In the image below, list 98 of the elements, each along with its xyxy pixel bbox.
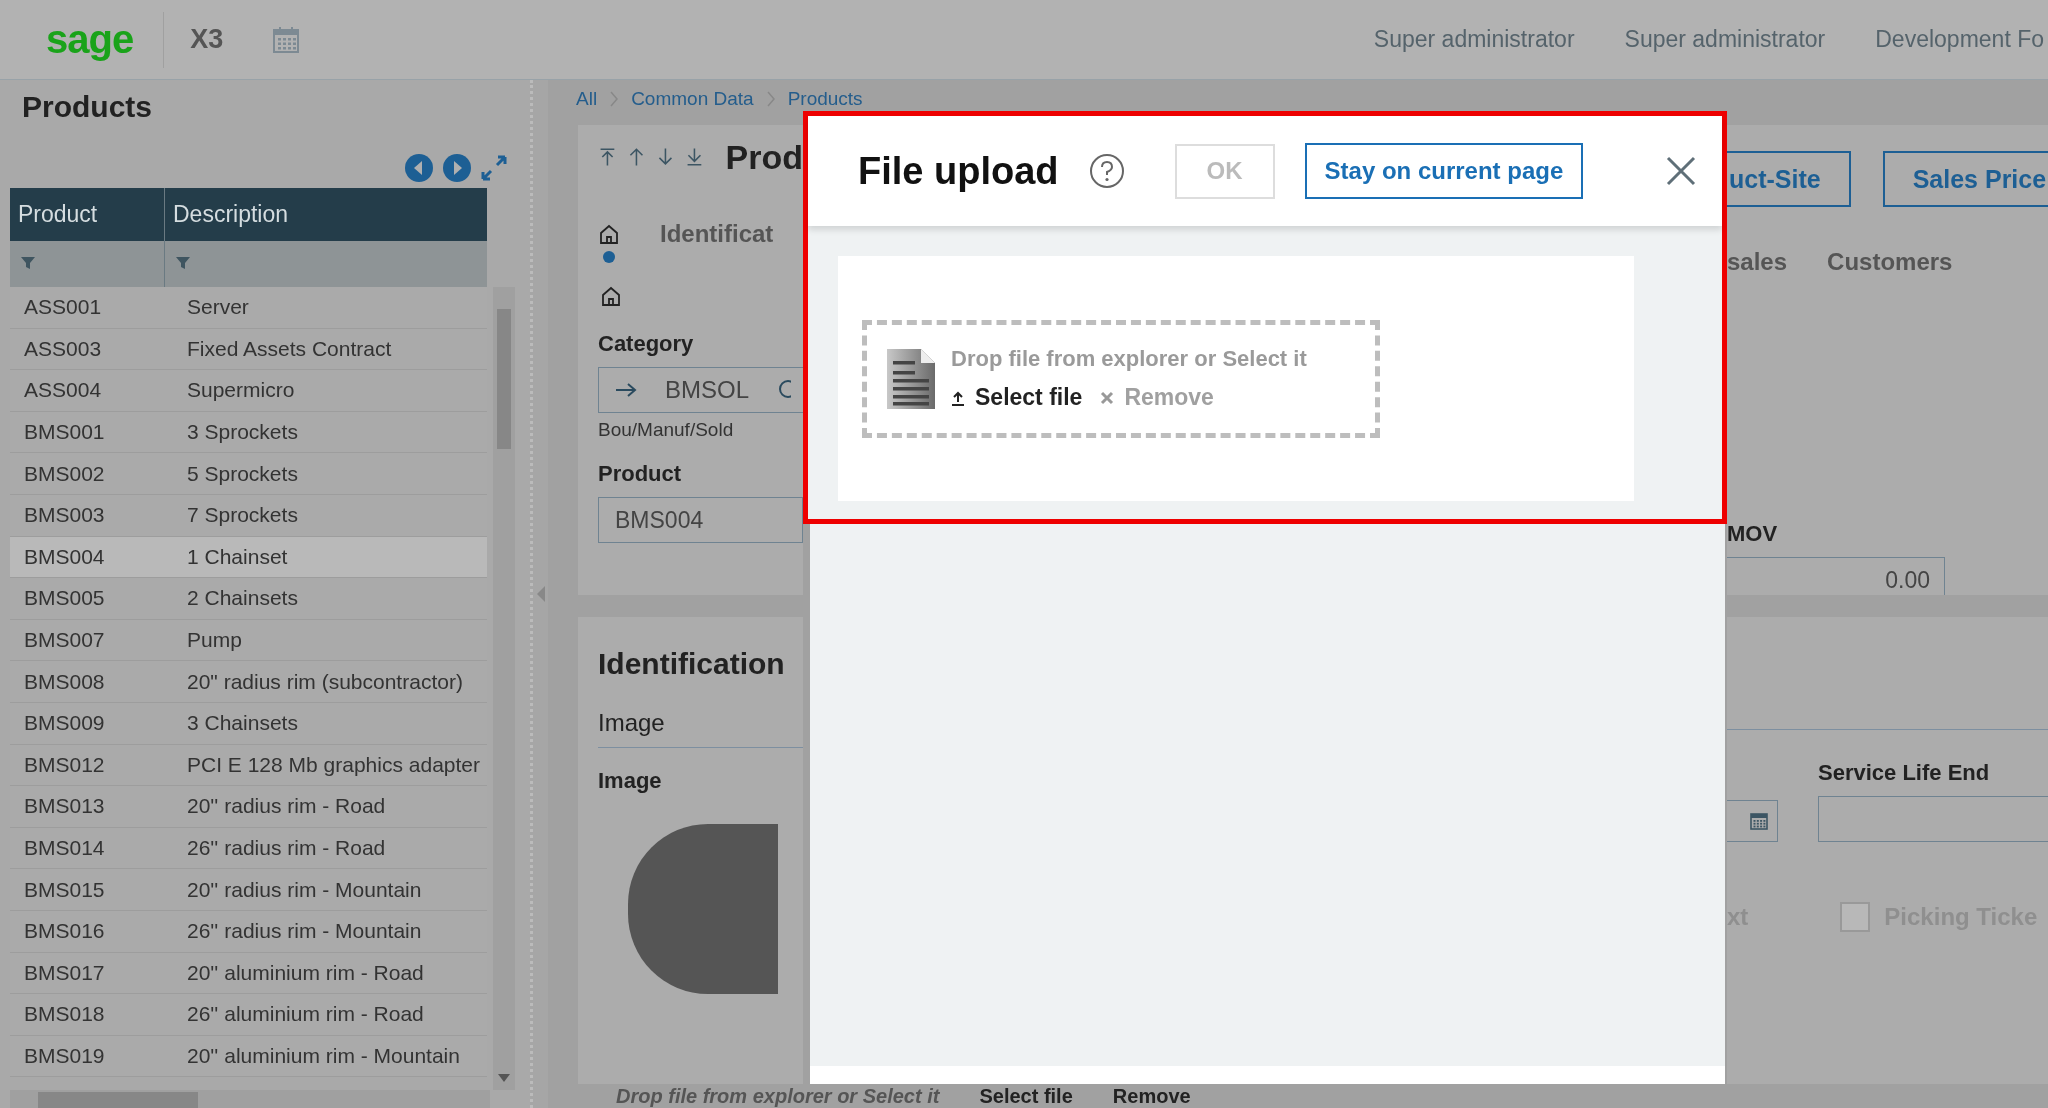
table-cell-text: 3 Chainsets (186, 711, 298, 736)
select-file-button[interactable]: Select file (979, 1084, 1073, 1108)
app-name: X3 (190, 24, 224, 55)
table-cell-text: BMS009 (23, 711, 106, 736)
breadcrumb-link[interactable]: Common Data (631, 88, 754, 110)
service-life-end-field[interactable] (1818, 796, 2048, 842)
table-cell-text: 20'' radius rim - Road (186, 794, 386, 819)
scrollbar-thumb[interactable] (38, 1092, 198, 1108)
field-label: Service Life End (1818, 760, 1991, 786)
table-cell-text: BMS007 (23, 628, 106, 653)
remove-button[interactable]: Remove (1112, 1084, 1191, 1108)
document-icon (885, 346, 937, 411)
scroll-down-icon[interactable] (498, 1074, 510, 1082)
table-cell-text: BMS018 (23, 1002, 106, 1027)
x-icon (1100, 390, 1115, 405)
select-file-button[interactable]: Select file (951, 384, 1083, 411)
scrollbar[interactable] (493, 287, 515, 1090)
table-cell-text: BMS019 (23, 1044, 106, 1068)
chevron-icon (765, 91, 776, 107)
user-menu-item[interactable]: Super administrator (1624, 26, 1826, 53)
field-label: Category (598, 331, 695, 357)
table-cell-text: BMS001 (23, 420, 106, 445)
field-label: Image (598, 768, 663, 794)
product-field[interactable]: BMS004 (598, 497, 803, 543)
table-cell-text: BMS013 (23, 794, 106, 819)
table-cell-text: 7 Sprockets (186, 503, 298, 528)
action-button[interactable]: Sales Price (1882, 151, 2048, 207)
home-icon[interactable] (600, 285, 622, 307)
breadcrumb-link[interactable]: All (576, 88, 598, 110)
scrollbar-thumb[interactable] (497, 309, 511, 449)
filter-icon[interactable] (175, 255, 191, 271)
table-cell-text: ASS001 (23, 295, 103, 320)
panel-title: Products (21, 89, 154, 125)
calendar-icon[interactable] (271, 24, 302, 55)
table-cell-text: BMS017 (23, 960, 106, 985)
filter-icon[interactable] (20, 255, 36, 271)
next-icon[interactable] (442, 153, 472, 183)
table-cell-text: BMS008 (23, 669, 106, 694)
table-cell-text: 26'' radius rim - Mountain (186, 919, 422, 944)
table-cell-text: Server (186, 295, 249, 320)
chevron-icon (609, 91, 620, 107)
field-label: Product (598, 461, 683, 487)
table-cell-text: Supermicro (186, 378, 295, 403)
section-subtitle: Image (598, 709, 803, 748)
expand-icon[interactable] (480, 154, 508, 182)
close-icon[interactable] (1665, 155, 1697, 187)
calendar-icon[interactable] (1749, 811, 1769, 831)
scrollbar[interactable] (10, 1090, 490, 1108)
table-cell-text: BMS016 (23, 919, 106, 944)
table-cell-text: 2 Chainsets (186, 586, 298, 611)
table-cell-text: ASS003 (23, 336, 103, 361)
date-field[interactable] (1727, 800, 1778, 842)
column-header[interactable]: Description (165, 188, 289, 241)
table-cell-text: 26'' aluminium rim - Road (186, 1002, 424, 1027)
user-menu-item[interactable]: Development Fo (1875, 26, 2044, 53)
dialog-title: File upload (858, 149, 1059, 193)
action-button[interactable]: uct-Site (1727, 151, 1851, 207)
drop-hint: Drop file from explorer or Select it (951, 346, 1307, 372)
mov-field[interactable]: 0.00 (1727, 557, 1945, 595)
table-cell-text: BMS004 (23, 544, 106, 569)
table-cell-text: PCI E 128 Mb graphics adapter (186, 752, 480, 777)
table-cell-text: BMS012 (23, 752, 106, 777)
record-title: Prod (725, 137, 803, 177)
table-cell-text: 1 Chainset (186, 544, 288, 569)
table-cell-text: BMS003 (23, 503, 106, 528)
tab[interactable]: sales (1727, 248, 1788, 291)
user-menu-item[interactable]: Super administrator (1373, 26, 1575, 53)
table-cell-text: ASS004 (23, 378, 103, 403)
tab[interactable]: Customers (1827, 248, 1953, 291)
table-cell-text: 5 Sprockets (186, 461, 298, 486)
tab[interactable]: Identificat (660, 220, 774, 263)
category-field[interactable]: BMSOL (598, 367, 803, 413)
field-label: MOV (1727, 521, 1779, 547)
table-cell-text: BMS002 (23, 461, 106, 486)
drop-hint: Drop file from explorer or Select it (616, 1084, 940, 1108)
previous-icon[interactable] (404, 153, 434, 183)
table-cell-text: Fixed Assets Contract (186, 336, 392, 361)
table-cell-text: 20'' radius rim - Mountain (186, 877, 422, 902)
arrow-right-icon[interactable] (615, 382, 637, 398)
home-tab[interactable] (598, 223, 620, 263)
upload-icon (951, 389, 965, 406)
help-icon[interactable] (1088, 153, 1125, 189)
field-caption: Bou/Manuf/Sold (598, 419, 735, 441)
table-cell-text: 20'' aluminium rim - Mountain (186, 1044, 460, 1068)
arrow-icon[interactable] (598, 145, 617, 169)
table-cell-text: 20" radius rim (subcontractor) (186, 669, 463, 694)
table-cell-text: BMS014 (23, 836, 106, 860)
section-title: Identification (598, 647, 786, 681)
table-row[interactable]: BMS004 1 Chainset (10, 536, 487, 579)
table-cell-text: BMS005 (23, 586, 106, 611)
table-cell-text: 3 Sprockets (186, 420, 298, 445)
checkbox[interactable] (1840, 902, 1871, 932)
stay-button[interactable]: Stay on current page (1304, 143, 1584, 199)
table-cell-text: Pump (186, 628, 242, 653)
drop-zone[interactable]: Drop file from explorer or Select it Select file Remove (862, 319, 1380, 438)
table-cell-text: BMS015 (23, 877, 106, 902)
table-cell-text: 26'' radius rim - Road (186, 836, 386, 860)
table-cell-text: 20'' aluminium rim - Road (186, 960, 424, 985)
